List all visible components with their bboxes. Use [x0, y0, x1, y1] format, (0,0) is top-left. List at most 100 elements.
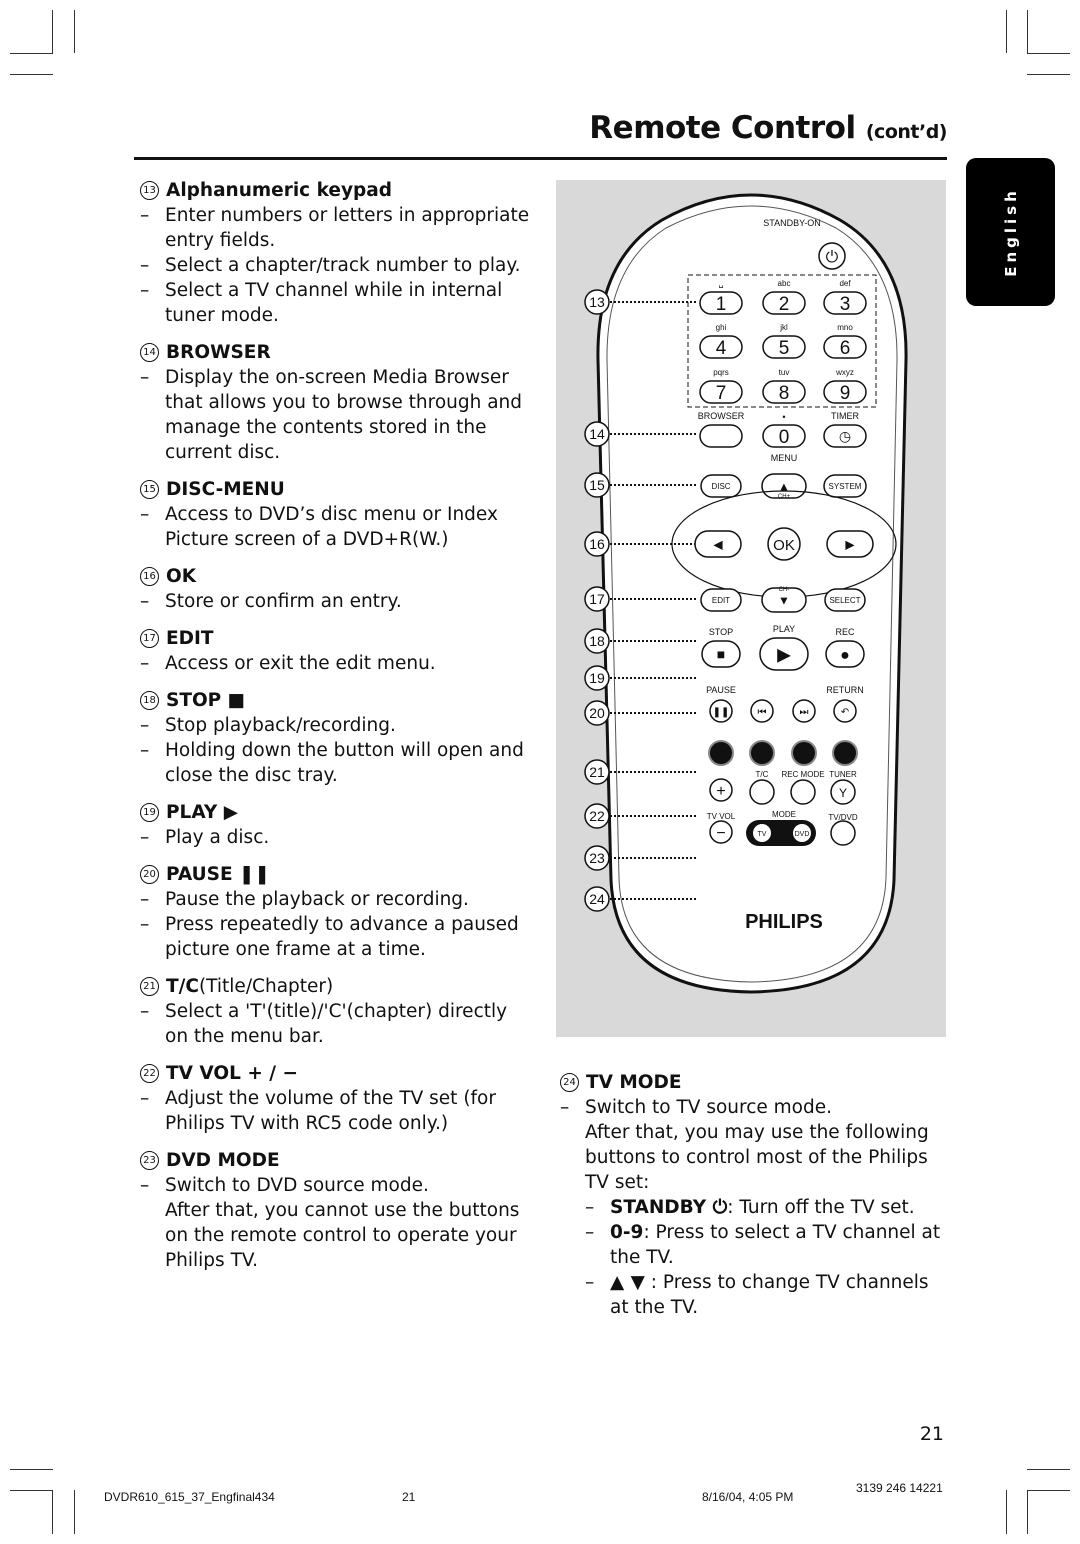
bullet: – Stop playback/recording.: [140, 713, 530, 738]
language-tab: English: [966, 158, 1055, 306]
bullet-text: Switch to TV source mode.: [585, 1097, 832, 1118]
crop-mark: [1027, 1490, 1070, 1491]
callout-number: 24: [589, 891, 605, 907]
callout-number: 20: [589, 705, 605, 721]
bullet-text: Enter numbers or letters in appropriate …: [165, 205, 530, 251]
dash: –: [140, 827, 150, 848]
bullet-text: Select a chapter/track number to play.: [165, 255, 521, 276]
section-title: EDIT: [166, 628, 214, 649]
section-title: Alphanumeric keypad: [166, 180, 392, 201]
color-button-2[interactable]: [749, 740, 775, 766]
key-sublabel: tuv: [779, 368, 790, 377]
section-title: PAUSE ❚❚: [166, 864, 271, 885]
mode-label: MODE: [772, 810, 796, 819]
color-button-3[interactable]: [791, 740, 817, 766]
item-number: 14: [140, 343, 159, 362]
crop-mark: [1006, 10, 1007, 53]
section-21: 21 T/C (Title/Chapter) – Select a 'T'(title…: [140, 974, 530, 1049]
section-heading: 13 Alphanumeric keypad: [140, 178, 530, 203]
key-sublabel: pqrs: [713, 368, 729, 377]
brand-logo: PHILIPS: [745, 911, 823, 933]
section-title: DISC-MENU: [166, 479, 285, 500]
dash: –: [140, 504, 150, 525]
section-17: 17 EDIT – Access or exit the edit menu.: [140, 626, 530, 676]
dash: –: [140, 715, 150, 736]
bullet-text: Stop playback/recording.: [165, 715, 396, 736]
tv-dvd-button[interactable]: [830, 820, 856, 846]
key-4-label: 4: [716, 338, 727, 359]
plus-icon: +: [716, 783, 725, 800]
section-heading: 14 BROWSER: [140, 340, 530, 365]
crop-mark: [74, 1490, 75, 1534]
ch-minus-button-label: ▼: [778, 593, 790, 607]
timer-label: TIMER: [831, 411, 859, 421]
crop-mark: [52, 10, 53, 53]
key-3-label: 3: [840, 294, 851, 315]
section-heading: 15 DISC-MENU: [140, 477, 530, 502]
section-heading: 20 PAUSE ❚❚: [140, 862, 530, 887]
item-number: 22: [140, 1064, 159, 1083]
section-title-extra: (Title/Chapter): [198, 976, 334, 997]
sub-bullet-text: STANDBY ⏻: Turn off the TV set.: [610, 1195, 915, 1220]
sub-bullet: – STANDBY ⏻: Turn off the TV set.: [560, 1195, 950, 1220]
color-button-4[interactable]: [832, 740, 858, 766]
minus-icon: −: [716, 825, 725, 842]
bullet: – Store or confirm an entry.: [140, 589, 530, 614]
section-heading: 24 TV MODE: [560, 1070, 950, 1095]
crop-mark: [1027, 74, 1070, 75]
left-column: 13 Alphanumeric keypad – Enter numbers or l…: [140, 178, 530, 1285]
key-0-label: 0: [779, 427, 790, 448]
select-button-label: SELECT: [829, 596, 860, 605]
section-19: 19 PLAY ▶ – Play a disc.: [140, 800, 530, 850]
sub-bullet-text: 0-9: Press to select a TV channel at the…: [610, 1220, 950, 1270]
ch-minus-label: CH-: [779, 587, 790, 593]
crop-mark: [10, 74, 53, 75]
color-button-1[interactable]: [708, 740, 734, 766]
section-22: 22 TV VOL + / − – Adjust the volume of the …: [140, 1061, 530, 1136]
bullet: – Switch to DVD source mode.: [140, 1173, 530, 1198]
callout-number: 18: [589, 633, 605, 649]
crop-mark: [10, 1490, 53, 1491]
standby-label: STANDBY-ON: [763, 218, 821, 228]
bullet-text: Holding down the button will open and cl…: [165, 740, 524, 786]
bullet: – Enter numbers or letters in appropriate…: [140, 203, 530, 253]
section-heading: 18 STOP ■: [140, 688, 530, 713]
dash: –: [585, 1222, 595, 1243]
crop-mark: [10, 53, 53, 54]
tv-vol-label: TV VOL: [707, 812, 736, 821]
section-13: 13 Alphanumeric keypad – Enter numbers or l…: [140, 178, 530, 328]
right-column: 24 TV MODE – Switch to TV source mode. After…: [560, 1070, 950, 1320]
bullet-text: Press repeatedly to advance a paused pic…: [165, 914, 519, 960]
bullet-text: Play a disc.: [165, 827, 270, 848]
sub-bullet: –0-9: Press to select a TV channel at th…: [560, 1220, 950, 1270]
tc-button[interactable]: [749, 779, 775, 805]
rec-button-label: ●: [840, 647, 850, 664]
bullet: – Display the on-screen Media Browser tha…: [140, 365, 530, 465]
rec-mode-label: REC MODE: [781, 770, 824, 779]
bullet-text: Switch to DVD source mode.: [165, 1175, 429, 1196]
callout-number: 23: [589, 850, 605, 866]
browser-button[interactable]: [699, 424, 743, 448]
dash: –: [140, 914, 150, 935]
callout-number: 13: [589, 294, 605, 310]
section-title: BROWSER: [166, 342, 271, 363]
footer-datetime: 8/16/04, 4:05 PM: [702, 1490, 794, 1504]
rec-mode-button[interactable]: [790, 779, 816, 805]
dash: –: [140, 280, 150, 301]
section-title: T/C: [166, 976, 199, 997]
crop-mark: [1027, 53, 1070, 54]
footer-file-page: 21: [402, 1490, 416, 1504]
continuation-text: After that, you may use the following bu…: [585, 1122, 929, 1193]
title-rule: [134, 157, 947, 160]
title-suffix: (cont’d): [865, 121, 948, 143]
callout-number: 22: [589, 808, 605, 824]
item-number: 18: [140, 691, 159, 710]
section-heading: 17 EDIT: [140, 626, 530, 651]
antenna-icon: Y: [839, 786, 847, 800]
section-title: STOP ■: [166, 690, 246, 711]
key-sublabel: ␣: [718, 279, 723, 288]
key-8-label: 8: [779, 383, 790, 404]
crop-mark: [1006, 1490, 1007, 1534]
footer-code: 3139 246 14221: [856, 1481, 943, 1495]
key-9-label: 9: [840, 383, 851, 404]
